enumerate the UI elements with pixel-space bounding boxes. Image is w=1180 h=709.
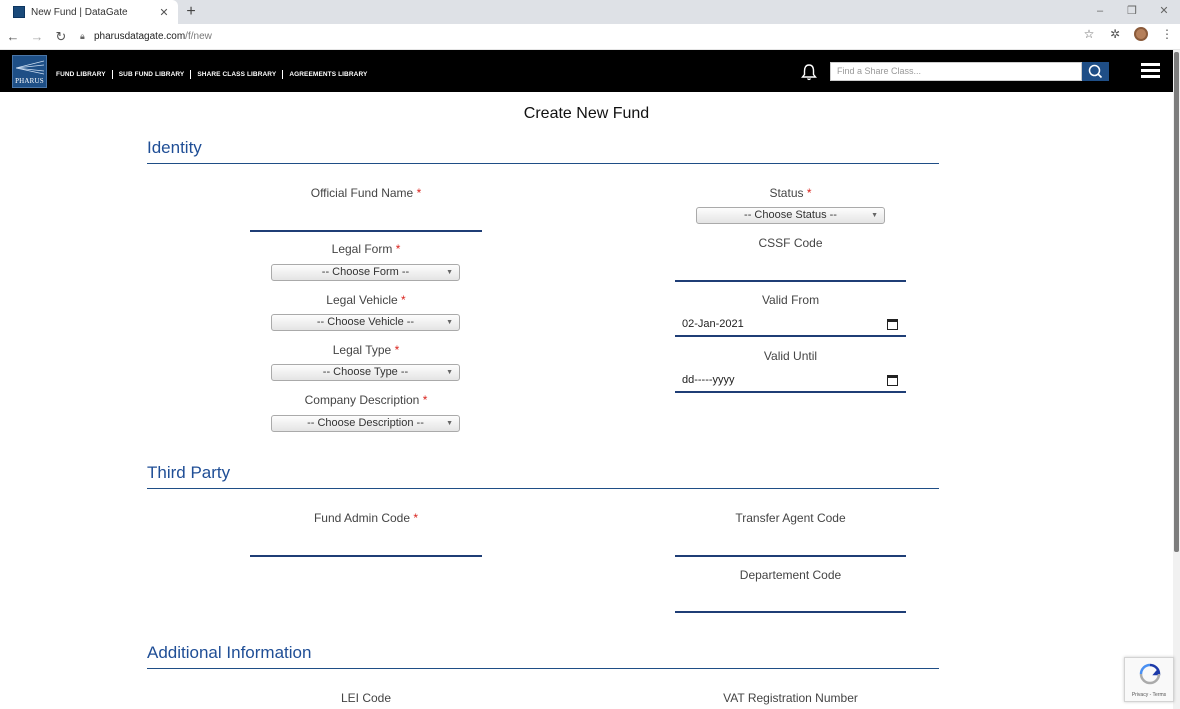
- company-description-label: Company Description *: [304, 393, 428, 407]
- reload-button[interactable]: ↻: [50, 26, 72, 48]
- official-fund-name-input[interactable]: [250, 212, 482, 232]
- back-button[interactable]: ←: [2, 26, 24, 48]
- valid-from-label: Valid From: [761, 293, 820, 307]
- minimize-button[interactable]: –: [1084, 0, 1116, 22]
- chevron-down-icon: ▼: [446, 269, 453, 276]
- vat-registration-number-label: VAT Registration Number: [723, 691, 858, 705]
- search-icon: [1088, 64, 1103, 79]
- nav-divider: [282, 70, 284, 79]
- page-title: Create New Fund: [523, 105, 650, 122]
- url-path: /f/new: [185, 31, 212, 42]
- bell-icon[interactable]: [800, 63, 818, 81]
- chevron-down-icon: ▼: [446, 319, 453, 326]
- new-tab-button[interactable]: +: [182, 2, 200, 22]
- url-domain: pharusdatagate.com: [94, 31, 186, 42]
- address-bar: ← → ↻ 🔒︎ pharusdatagate.com /f/new ☆ ✲ ⋮: [0, 24, 1180, 50]
- section-title-additional-information: Additional Information: [147, 643, 312, 662]
- valid-until-date-input[interactable]: dd-----yyyy: [675, 369, 906, 393]
- nav-divider: [190, 70, 192, 79]
- recaptcha-icon: [1139, 663, 1161, 685]
- status-select[interactable]: -- Choose Status -- ▼: [696, 207, 885, 224]
- valid-until-label: Valid Until: [763, 349, 818, 363]
- official-fund-name-label: Official Fund Name *: [310, 186, 422, 200]
- section-title-third-party: Third Party: [147, 463, 231, 482]
- company-description-select[interactable]: -- Choose Description -- ▼: [271, 415, 460, 432]
- restore-button[interactable]: ❒: [1116, 0, 1148, 22]
- extensions-icon[interactable]: ✲: [1108, 27, 1122, 41]
- lighthouse-beam-icon: [16, 60, 44, 75]
- tab-title: New Fund | DataGate: [31, 6, 128, 18]
- legal-vehicle-label: Legal Vehicle *: [326, 293, 406, 307]
- legal-type-label: Legal Type *: [332, 343, 400, 357]
- nav-sub-fund-library[interactable]: SUB FUND LIBRARY: [119, 71, 185, 78]
- legal-form-label: Legal Form *: [331, 242, 401, 256]
- scrollbar-thumb[interactable]: [1174, 52, 1179, 552]
- status-label: Status *: [769, 186, 812, 200]
- cssf-code-input[interactable]: [675, 262, 906, 282]
- legal-vehicle-select[interactable]: -- Choose Vehicle -- ▼: [271, 314, 460, 331]
- transfer-agent-code-input[interactable]: [675, 537, 906, 557]
- forward-button[interactable]: →: [26, 26, 48, 48]
- nav-fund-library[interactable]: FUND LIBRARY: [56, 71, 106, 78]
- logo-text: PHARUS: [15, 77, 44, 85]
- chevron-down-icon: ▼: [446, 420, 453, 427]
- recaptcha-privacy-terms[interactable]: Privacy - Terms: [1125, 692, 1173, 698]
- hamburger-menu-icon[interactable]: [1141, 63, 1160, 78]
- url-field[interactable]: 🔒︎ pharusdatagate.com /f/new: [80, 27, 1090, 47]
- chevron-down-icon: ▼: [871, 212, 878, 219]
- browser-tab[interactable]: New Fund | DataGate ✕: [0, 0, 178, 24]
- fund-admin-code-label: Fund Admin Code *: [313, 511, 419, 525]
- lock-icon: 🔒︎: [80, 31, 85, 41]
- main-nav: FUND LIBRARY SUB FUND LIBRARY SHARE CLAS…: [56, 70, 367, 79]
- departement-code-label: Departement Code: [739, 568, 842, 582]
- close-tab-icon[interactable]: ✕: [156, 6, 172, 19]
- section-divider: [147, 668, 939, 669]
- nav-divider: [111, 70, 113, 79]
- section-divider: [147, 488, 939, 489]
- chevron-down-icon: ▼: [446, 369, 453, 376]
- profile-avatar[interactable]: [1134, 27, 1148, 41]
- section-divider: [147, 163, 939, 164]
- nav-share-class-library[interactable]: SHARE CLASS LIBRARY: [197, 71, 276, 78]
- valid-from-date-input[interactable]: 02-Jan-2021: [675, 313, 906, 337]
- departement-code-input[interactable]: [675, 593, 906, 613]
- transfer-agent-code-label: Transfer Agent Code: [735, 511, 846, 525]
- calendar-icon[interactable]: [887, 319, 898, 330]
- favicon-icon: [13, 6, 25, 18]
- cssf-code-label: CSSF Code: [758, 236, 823, 250]
- browser-tab-bar: New Fund | DataGate ✕ + – ❒ ✕: [0, 0, 1180, 24]
- close-window-button[interactable]: ✕: [1148, 0, 1180, 22]
- search-button[interactable]: [1082, 62, 1109, 81]
- calendar-icon[interactable]: [887, 375, 898, 386]
- share-class-search-input[interactable]: Find a Share Class...: [830, 62, 1082, 81]
- window-controls: – ❒ ✕: [1084, 0, 1180, 22]
- nav-agreements-library[interactable]: AGREEMENTS LIBRARY: [289, 71, 367, 78]
- recaptcha-badge[interactable]: Privacy - Terms: [1124, 657, 1174, 702]
- section-title-identity: Identity: [147, 138, 202, 157]
- legal-form-select[interactable]: -- Choose Form -- ▼: [271, 264, 460, 281]
- fund-admin-code-input[interactable]: [250, 537, 482, 557]
- lei-code-label: LEI Code: [340, 691, 392, 705]
- pharus-logo[interactable]: PHARUS: [12, 55, 47, 88]
- star-icon[interactable]: ☆: [1082, 27, 1096, 41]
- more-menu-icon[interactable]: ⋮: [1160, 27, 1174, 41]
- legal-type-select[interactable]: -- Choose Type -- ▼: [271, 364, 460, 381]
